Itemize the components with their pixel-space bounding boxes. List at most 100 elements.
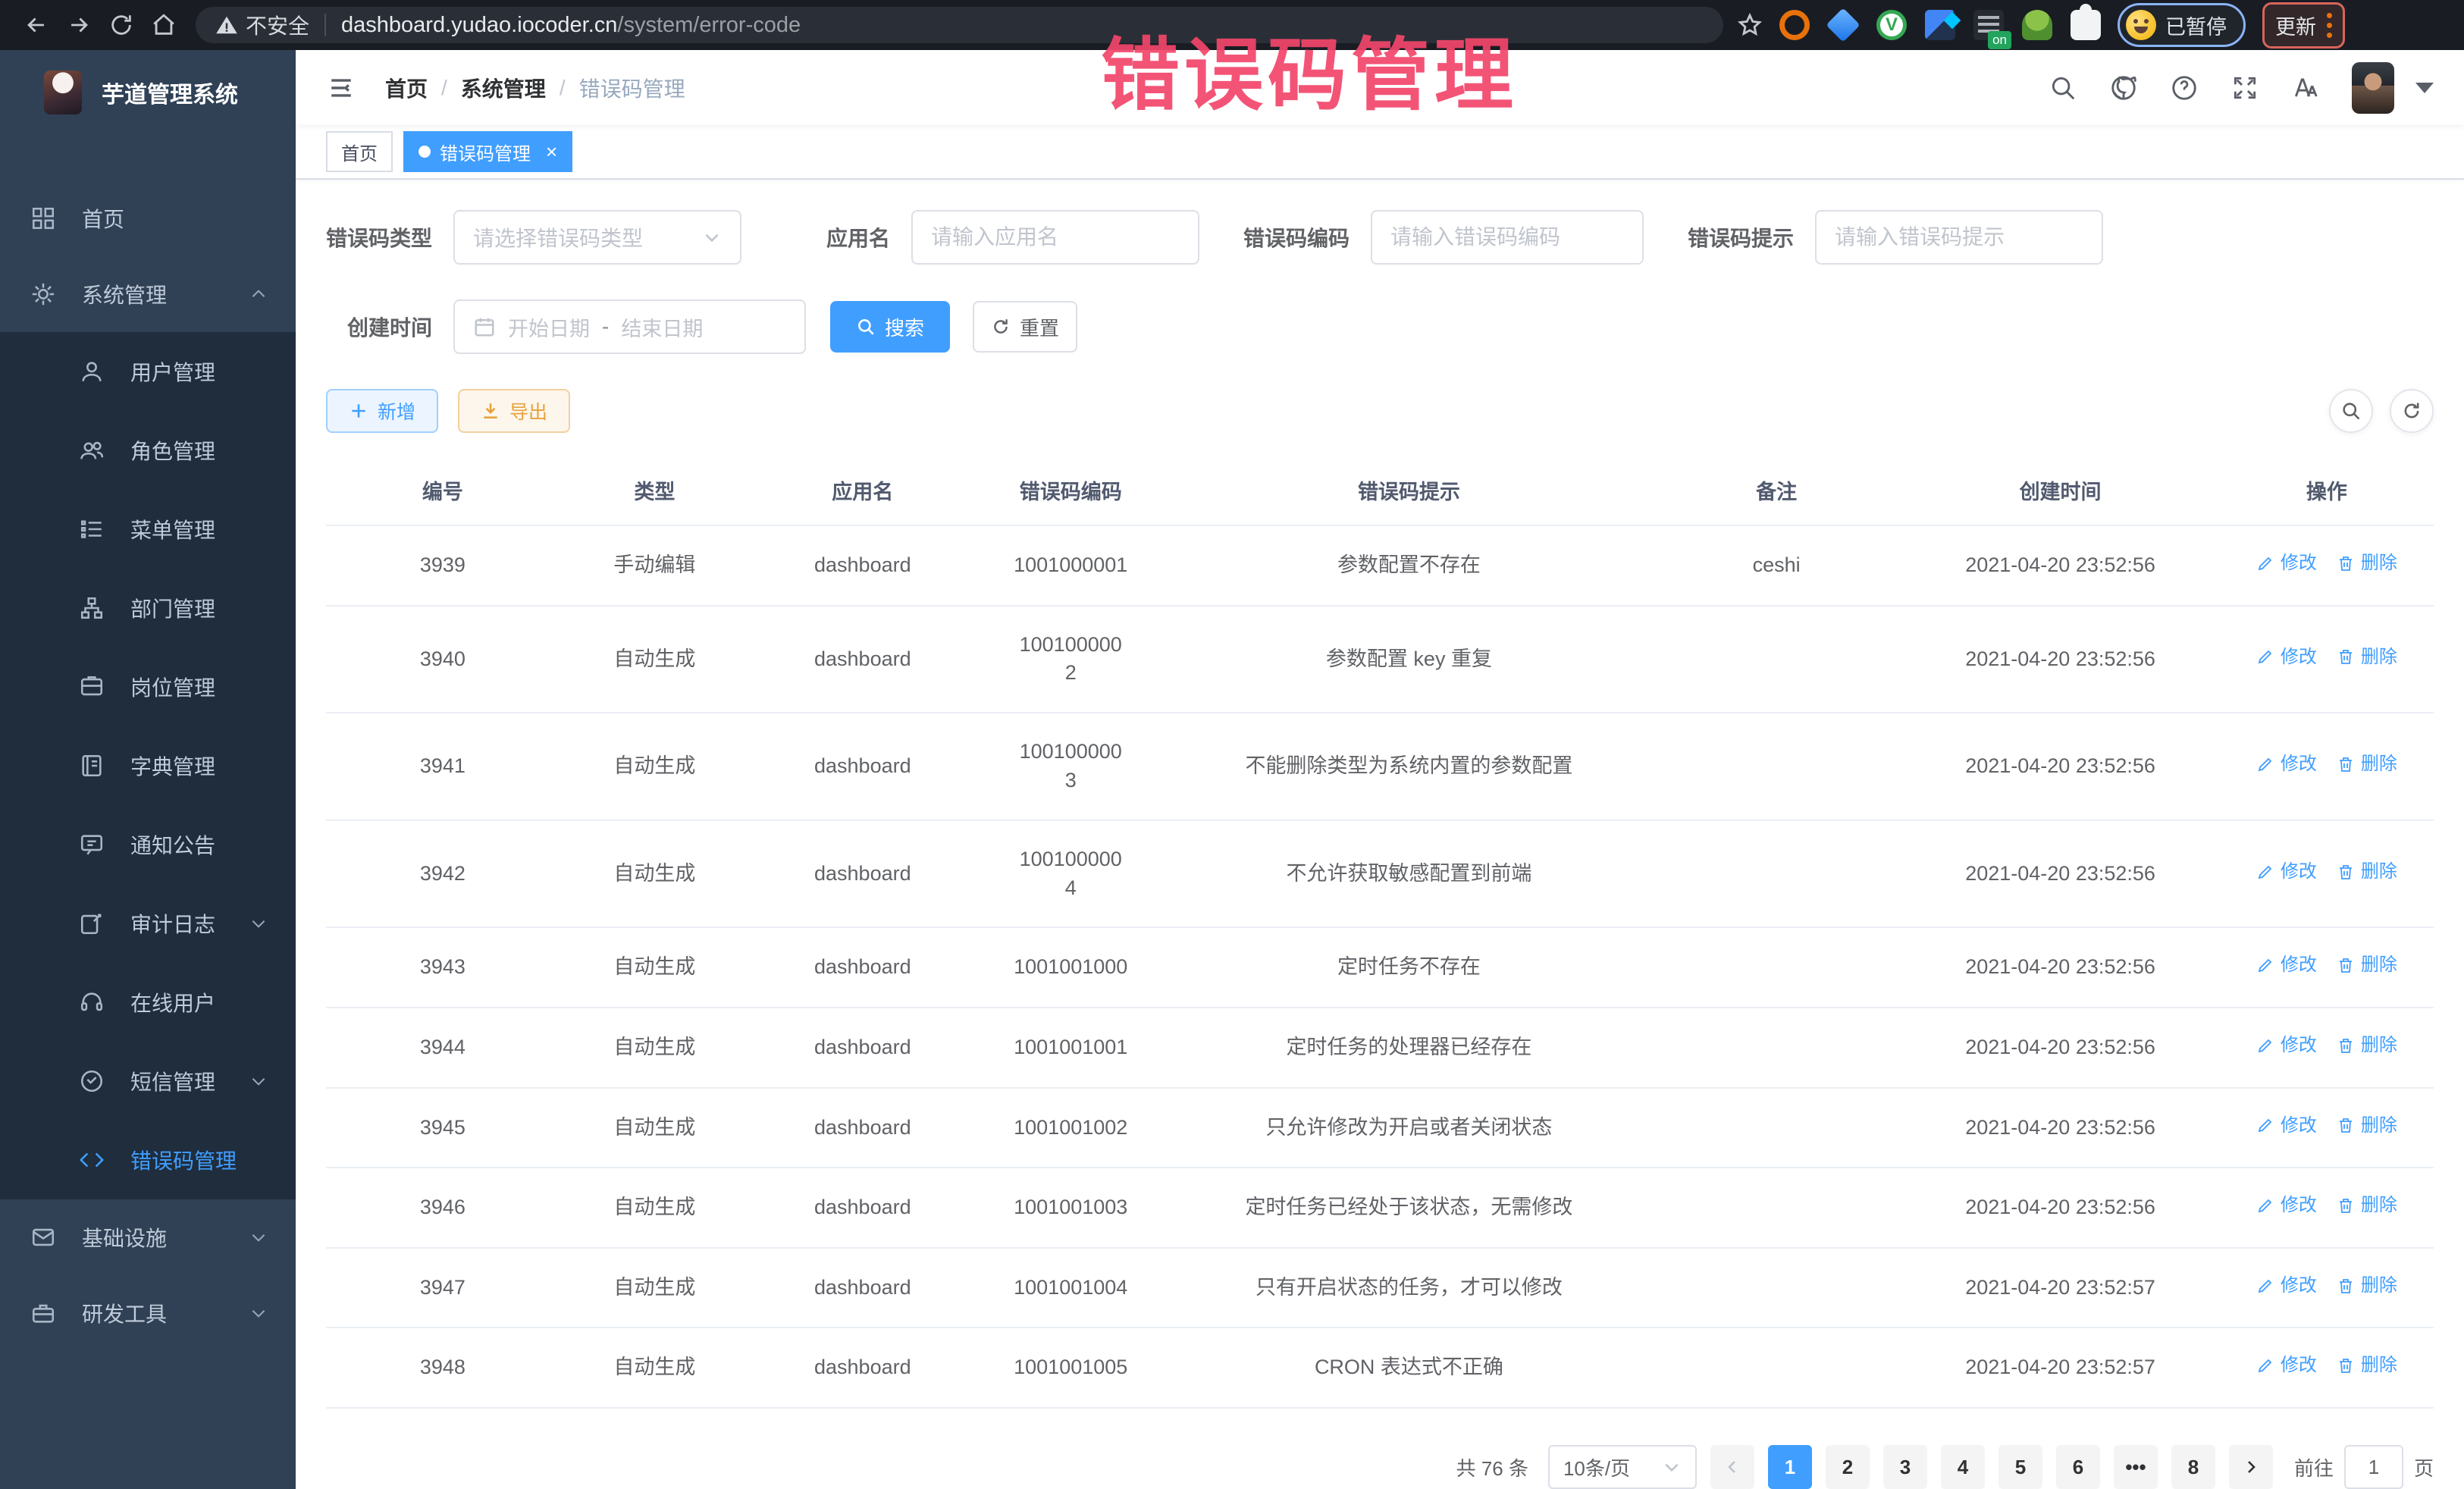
cell: 1001000001: [976, 525, 1166, 606]
reset-button[interactable]: 重置: [973, 301, 1077, 353]
logo[interactable]: 芋道管理系统: [0, 50, 296, 135]
breadcrumb-system[interactable]: 系统管理: [461, 73, 546, 103]
date-range-picker[interactable]: 开始日期 - 结束日期: [453, 299, 806, 354]
goto-page-input[interactable]: [2344, 1445, 2403, 1489]
gem-extension-icon[interactable]: [1826, 8, 1860, 42]
sidebar-item-菜单管理[interactable]: 菜单管理: [0, 490, 296, 569]
toggle-search-button[interactable]: [2329, 389, 2373, 433]
tag-error-code-active[interactable]: 错误码管理 ×: [403, 131, 572, 172]
pager-page-1[interactable]: 1: [1768, 1445, 1812, 1489]
sidebar-item-审计日志[interactable]: 审计日志: [0, 884, 296, 963]
chevron-right-icon: [2242, 1458, 2260, 1476]
caret-down-icon[interactable]: [2415, 83, 2434, 93]
edit-link[interactable]: 修改: [2256, 1033, 2317, 1058]
add-button[interactable]: 新增: [326, 389, 438, 433]
hamburger-icon[interactable]: [326, 75, 356, 101]
browser-update-button[interactable]: 更新: [2262, 2, 2345, 49]
pager-page-5[interactable]: 5: [1998, 1445, 2042, 1489]
edit-link[interactable]: 修改: [2256, 1113, 2317, 1139]
browser-reload-icon[interactable]: [100, 4, 143, 46]
puzzle-extension-icon[interactable]: [2071, 10, 2101, 40]
bookmark-star-icon[interactable]: [1737, 4, 1763, 46]
fontsize-icon[interactable]: [2291, 74, 2320, 102]
edit-link[interactable]: 修改: [2256, 1273, 2317, 1299]
prev-page-button[interactable]: [1710, 1445, 1754, 1489]
delete-link[interactable]: 删除: [2337, 1193, 2397, 1218]
pager-page-8[interactable]: 8: [2171, 1445, 2215, 1489]
delete-link[interactable]: 删除: [2337, 1353, 2397, 1378]
error-code-input[interactable]: [1390, 225, 1624, 249]
error-code-table: 编号类型应用名错误码编码错误码提示备注创建时间操作 3939手动编辑dashbo…: [326, 459, 2434, 1409]
user-avatar[interactable]: [2352, 62, 2394, 114]
search-button[interactable]: 搜索: [830, 301, 950, 353]
sidebar-item-用户管理[interactable]: 用户管理: [0, 332, 296, 411]
edit-link[interactable]: 修改: [2256, 550, 2317, 576]
browser-home-icon[interactable]: [143, 4, 185, 46]
delete-link[interactable]: 删除: [2337, 1113, 2397, 1139]
gear-icon: [30, 281, 56, 307]
squares-extension-icon[interactable]: [1925, 10, 1955, 40]
chevron-down-icon: [702, 227, 722, 247]
logo-image: [44, 71, 82, 114]
error-code-input-wrap: [1371, 210, 1644, 265]
tag-close-icon[interactable]: ×: [546, 140, 557, 164]
breadcrumb-home[interactable]: 首页: [385, 73, 428, 103]
browser-forward-icon[interactable]: [58, 4, 100, 46]
delete-link[interactable]: 删除: [2337, 1033, 2397, 1058]
sidebar-item-角色管理[interactable]: 角色管理: [0, 411, 296, 490]
sidebar-item-基础设施[interactable]: 基础设施: [0, 1199, 296, 1275]
github-icon[interactable]: [2109, 74, 2138, 102]
browser-back-icon[interactable]: [15, 4, 58, 46]
delete-link[interactable]: 删除: [2337, 751, 2397, 777]
target-extension-icon[interactable]: [1779, 10, 1810, 40]
next-page-button[interactable]: [2229, 1445, 2273, 1489]
v-circle-extension-icon[interactable]: V: [1876, 10, 1907, 40]
delete-link[interactable]: 删除: [2337, 550, 2397, 576]
app-name-input[interactable]: [931, 225, 1180, 249]
sidebar-item-字典管理[interactable]: 字典管理: [0, 726, 296, 805]
refresh-table-button[interactable]: [2390, 389, 2434, 433]
sidebar-item-研发工具[interactable]: 研发工具: [0, 1275, 296, 1351]
sidebar-item-部门管理[interactable]: 部门管理: [0, 569, 296, 647]
pager-page-2[interactable]: 2: [1826, 1445, 1870, 1489]
tag-home[interactable]: 首页: [326, 131, 393, 172]
page-size-select[interactable]: 10条/页: [1548, 1445, 1697, 1489]
edit-link[interactable]: 修改: [2256, 859, 2317, 885]
edit-link[interactable]: 修改: [2256, 644, 2317, 670]
not-secure-badge[interactable]: 不安全: [215, 10, 309, 40]
edit-link[interactable]: 修改: [2256, 952, 2317, 978]
pager-numbers: 123456 ••• 8: [1768, 1445, 2215, 1489]
edit-link[interactable]: 修改: [2256, 1193, 2317, 1218]
sidebar-item-通知公告[interactable]: 通知公告: [0, 805, 296, 884]
delete-link[interactable]: 删除: [2337, 1273, 2397, 1299]
browser-profile-chip[interactable]: 已暂停: [2118, 3, 2246, 47]
export-button[interactable]: 导出: [458, 389, 570, 433]
sidebar-item-系统管理[interactable]: 系统管理: [0, 256, 296, 332]
delete-link[interactable]: 删除: [2337, 859, 2397, 885]
error-type-select[interactable]: 请选择错误码类型: [453, 210, 741, 265]
pager-page-4[interactable]: 4: [1941, 1445, 1985, 1489]
list-on-extension-icon[interactable]: on: [1973, 10, 2004, 40]
url-text[interactable]: dashboard.yudao.iocoder.cn/system/error-…: [341, 13, 801, 38]
pager-page-3[interactable]: 3: [1883, 1445, 1927, 1489]
pager-ellipsis[interactable]: •••: [2114, 1445, 2158, 1489]
browser-menu-icon[interactable]: [2327, 13, 2332, 38]
fullscreen-icon[interactable]: [2230, 74, 2259, 102]
url-bar[interactable]: 不安全 dashboard.yudao.iocoder.cn/system/er…: [196, 7, 1723, 43]
delete-link[interactable]: 删除: [2337, 644, 2397, 670]
edit-link[interactable]: 修改: [2256, 1353, 2317, 1378]
search-icon[interactable]: [2049, 74, 2077, 102]
sidebar-item-短信管理[interactable]: 短信管理: [0, 1042, 296, 1121]
sidebar-item-在线用户[interactable]: 在线用户: [0, 963, 296, 1042]
question-icon[interactable]: [2170, 74, 2199, 102]
cell: [1652, 1328, 1901, 1408]
delete-link[interactable]: 删除: [2337, 952, 2397, 978]
sidebar-item-岗位管理[interactable]: 岗位管理: [0, 647, 296, 726]
key-extension-icon[interactable]: [2022, 10, 2052, 40]
error-msg-input[interactable]: [1835, 225, 2083, 249]
sidebar-item-首页[interactable]: 首页: [0, 180, 296, 256]
sidebar-item-错误码管理[interactable]: 错误码管理: [0, 1121, 296, 1199]
edit-link[interactable]: 修改: [2256, 751, 2317, 777]
sidebar: 芋道管理系统 首页系统管理用户管理角色管理菜单管理部门管理岗位管理字典管理通知公…: [0, 50, 296, 1489]
pager-page-6[interactable]: 6: [2056, 1445, 2100, 1489]
